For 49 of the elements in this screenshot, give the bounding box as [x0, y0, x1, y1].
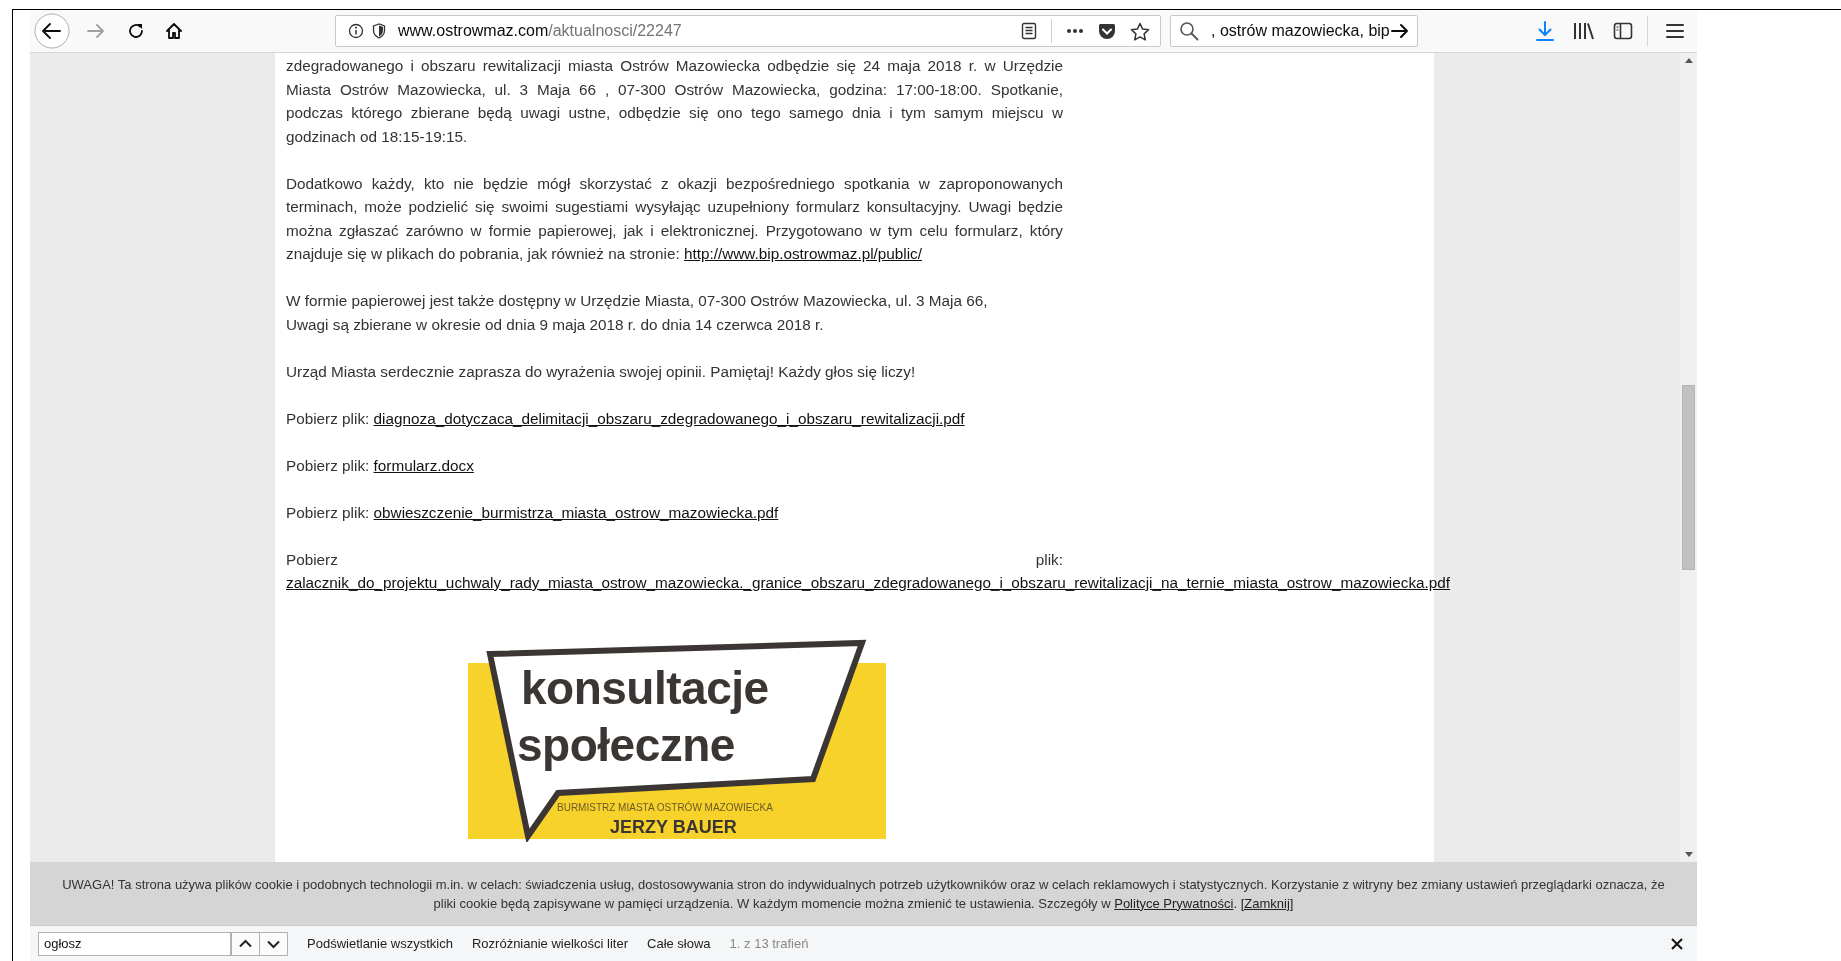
close-notice-link[interactable]: [Zamknij]: [1240, 895, 1294, 911]
download-label: Pobierz plik:: [286, 409, 370, 427]
file-link[interactable]: zalacznik_do_projektu_uchwaly_rady_miasta_ostrow_mazowiecka._granice_obszaru_zdegradowanego_i_obszaru_rewitalizacji_na_ternie_miasta_ostrow_mazowiecka.pdf: [286, 574, 1451, 591]
article-paragraph: Dodatkowo każdy, kto nie będzie mógł skorzystać z okazji bezpośredniego spotkania w zaproponowanych terminach, może podzielić się swoimi sugestiami wysyłając uzupełniony formularz konsultacyjny. Uwagi będzie można zgłaszać zarówno w formie papierowej, jak i elektronicznej. Przygotowano w tym celu formularz, który znajduje się w plikach do pobrania, jak również na stronie: http://www.bip.ostrowmaz.pl/public/: [286, 173, 1063, 264]
more-icon[interactable]: [1066, 28, 1084, 34]
sidebar-icon[interactable]: [1613, 22, 1633, 40]
url-text: www.ostrowmaz.com/aktualnosci/22247: [398, 22, 682, 40]
address-bar[interactable]: www.ostrowmaz.com/aktualnosci/22247: [335, 15, 1161, 47]
download-label: Pobierz plik:: [286, 549, 1063, 570]
star-icon[interactable]: [1130, 21, 1150, 41]
shield-icon: [372, 23, 386, 39]
article-link[interactable]: http://www.bip.ostrowmaz.pl/public/: [683, 245, 922, 262]
scroll-up-arrow-icon[interactable]: [1684, 58, 1693, 63]
download-label: Pobierz plik:: [286, 503, 370, 521]
search-field[interactable]: , ostrów mazowiecka, bip: [1170, 15, 1418, 47]
poster-name: JERZY BAUER: [610, 816, 737, 837]
article-paragraph: W formie papierowej jest także dostępny w Urzędzie Miasta, 07-300 Ostrów Mazowiecka, ul. 3 Maja 66, Uwagi są zbierane w okresie od dnia 9 maja 2018 r. do dnia 14 czerwca 2018 r.: [286, 291, 989, 335]
download-icon[interactable]: [1535, 20, 1555, 42]
info-icon: [348, 23, 364, 39]
home-button[interactable]: [164, 21, 184, 41]
reader-view-icon[interactable]: [1021, 22, 1037, 40]
scroll-down-arrow-icon[interactable]: [1684, 852, 1693, 857]
go-arrow-icon[interactable]: [1389, 22, 1410, 40]
find-next-button[interactable]: [259, 931, 288, 956]
cookie-notice-text: UWAGA! Ta strona używa plików cookie i podobnych technologii m.in. w celach: świadczenia usług, dostosowywania stron do indywidualnych potrzeb użytkowników oraz w celach reklamowych i statystycznych. Korzystanie z witryny bez zmiany ustawień przeglądarki oznacza, że pliki cookie będą zapisywane w pamięci urządzenia. W każdym momencie można zmienić te ustawienia. Szczegóły w Polityce Prywatności. [Zamknij]: [61, 875, 1666, 913]
file-link[interactable]: diagnoza_dotyczaca_delimitacji_obszaru_zdegradowanego_i_obszaru_rewitalizacji.pdf: [373, 409, 965, 427]
scrollbar-thumb[interactable]: [1682, 385, 1695, 570]
back-button[interactable]: [34, 13, 70, 49]
article-paragraph: zdegradowanego i obszaru rewitalizacji miasta Ostrów Mazowiecka odbędzie się 24 maja 2018 r. w Urzędzie Miasta Ostrów Mazowiecka, ul. 3 Maja 66 , 07-300 Ostrów Mazowiecka, godzina: 17:00-18:00. Spotkanie, podczas którego zbierane będą uwagi ustne, odbędzie się ono tego samego dnia i tym samym miejscu w godzinach od 18:15-19:15.: [286, 56, 1063, 147]
find-option-button[interactable]: Całe słowa: [647, 936, 711, 951]
find-previous-button[interactable]: [231, 931, 260, 956]
find-status: 1. z 13 trafień: [729, 936, 809, 951]
file-link[interactable]: obwieszczenie_burmistrza_miasta_ostrow_mazowiecka.pdf: [373, 503, 779, 521]
poster-title: konsultacje: [521, 662, 769, 713]
close-icon[interactable]: [1670, 936, 1684, 951]
poster-subtitle: BURMISTRZ MIASTA OSTRÓW MAZOWIECKA: [557, 801, 773, 814]
search-icon: [1179, 21, 1199, 41]
pocket-icon[interactable]: [1098, 22, 1116, 40]
find-option-button[interactable]: Podświetlanie wszystkich: [307, 936, 453, 951]
poster-title: społeczne: [517, 719, 735, 770]
scrollbar[interactable]: [1680, 53, 1697, 862]
menu-icon[interactable]: [1665, 22, 1685, 40]
article-paragraph: Urząd Miasta serdecznie zaprasza do wyrażenia swojej opinii. Pamiętaj! Każdy głos się liczy!: [286, 361, 917, 382]
find-option-button[interactable]: Rozróżnianie wielkości liter: [471, 936, 628, 951]
reload-button[interactable]: [126, 21, 146, 41]
library-icon[interactable]: [1572, 21, 1596, 41]
download-label: Pobierz plik:: [286, 456, 370, 474]
find-field[interactable]: ogłosz: [38, 931, 231, 956]
file-link[interactable]: formularz.docx: [373, 456, 474, 474]
